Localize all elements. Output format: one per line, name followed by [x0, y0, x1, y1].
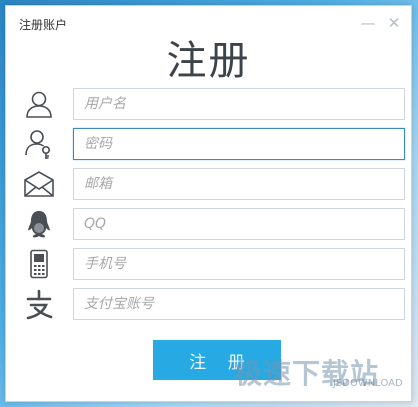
watermark-subtext: JSDOWNLOAD: [333, 378, 403, 389]
phone-row: [6, 248, 411, 280]
envelope-icon: [22, 168, 56, 200]
alipay-row: [6, 288, 411, 320]
phone-icon: [22, 248, 56, 280]
qq-input[interactable]: [73, 208, 405, 240]
register-dialog: 注册账户 — ✕ 注册 用户名 密码 邮箱 QQ 手机号 支付宝账号 注 册: [5, 5, 412, 402]
alipay-icon: [22, 288, 56, 320]
qq-row: [6, 208, 411, 240]
username-input[interactable]: [73, 88, 405, 120]
user-key-icon: [22, 128, 56, 160]
email-row: [6, 168, 411, 200]
phone-input[interactable]: [73, 248, 405, 280]
password-input[interactable]: [73, 128, 405, 160]
username-row: [6, 88, 411, 120]
email-input[interactable]: [73, 168, 405, 200]
alipay-input[interactable]: [73, 288, 405, 320]
user-icon: [22, 88, 56, 120]
penguin-icon: [22, 208, 56, 240]
password-row: [6, 128, 411, 160]
page-title: 注册: [166, 38, 251, 84]
